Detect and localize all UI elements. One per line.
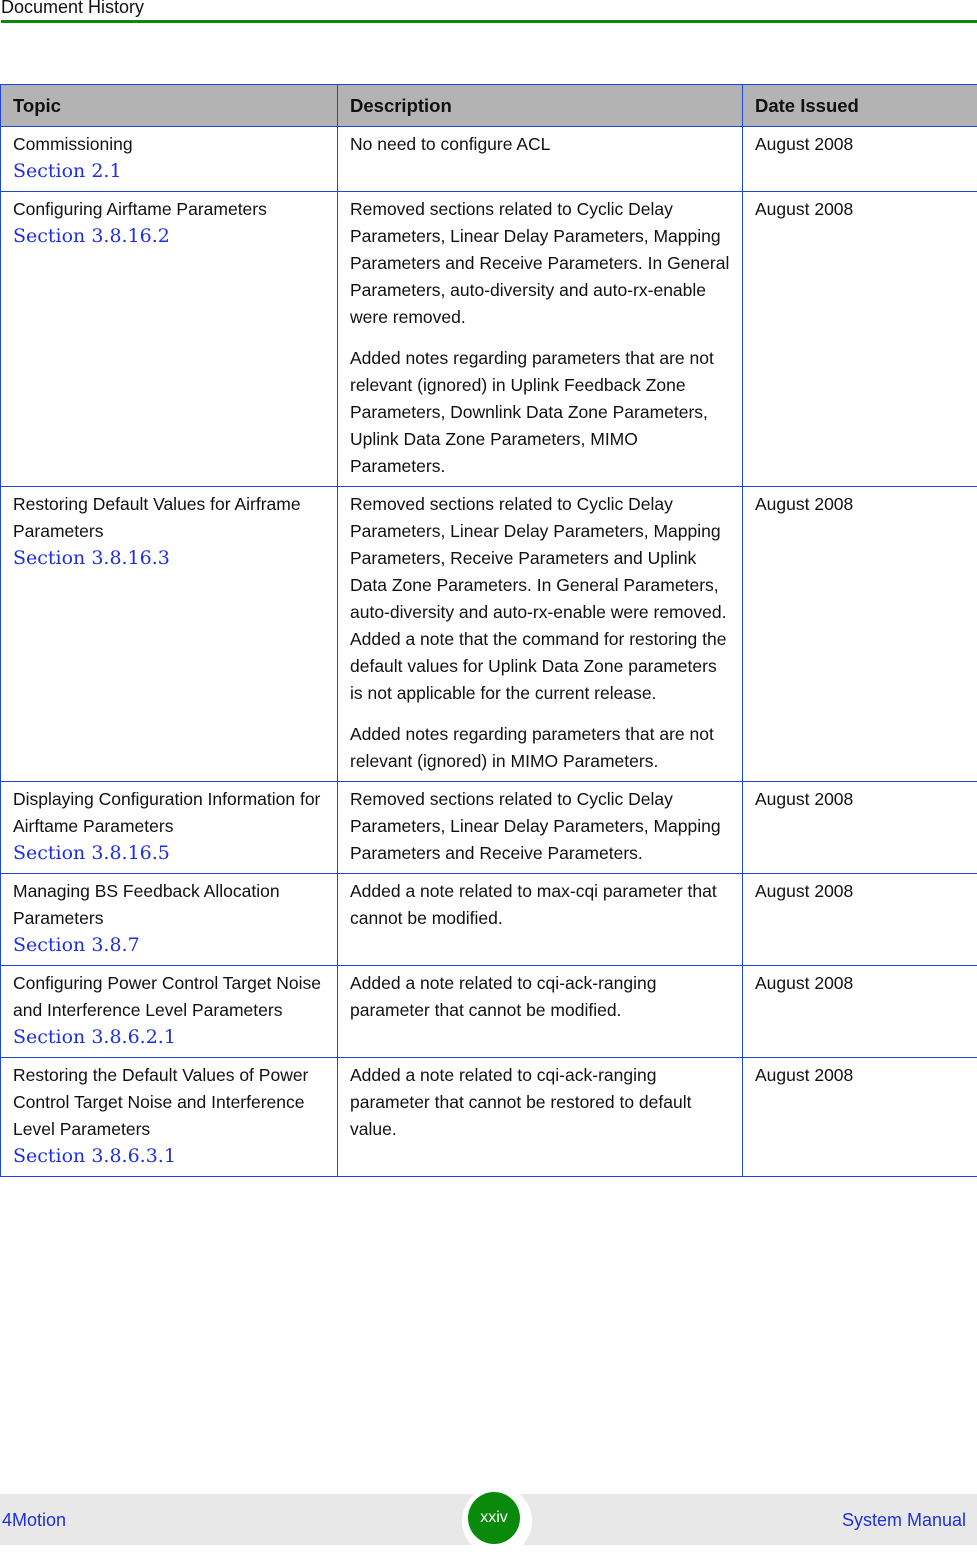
page-header: Document History [0, 0, 977, 24]
description-paragraph: No need to configure ACL [350, 131, 730, 158]
section-link[interactable]: Section 3.8.6.3.1 [13, 1143, 325, 1170]
description-cell: Removed sections related to Cyclic Delay… [338, 487, 743, 782]
topic-cell: Managing BS Feedback Allocation Paramete… [1, 874, 338, 966]
description-paragraph: Removed sections related to Cyclic Delay… [350, 491, 730, 707]
date-issued-cell: August 2008 [743, 487, 977, 782]
column-header-description: Description [338, 85, 743, 127]
description-cell: No need to configure ACL [338, 127, 743, 192]
description-paragraph: Removed sections related to Cyclic Delay… [350, 786, 730, 867]
table-header-row: Topic Description Date Issued [1, 85, 977, 127]
description-paragraph: Added a note related to max-cqi paramete… [350, 878, 730, 932]
footer-manual-name: System Manual [842, 1510, 966, 1531]
topic-text: Commissioning [13, 131, 325, 158]
topic-cell: Configuring Power Control Target Noise a… [1, 966, 338, 1058]
table-row: Displaying Configuration Information for… [1, 782, 977, 874]
description-paragraph: Added a note related to cqi-ack-ranging … [350, 970, 730, 1024]
date-issued-cell: August 2008 [743, 127, 977, 192]
column-header-topic: Topic [1, 85, 338, 127]
topic-text: Configuring Airftame Parameters [13, 196, 325, 223]
description-paragraph: Removed sections related to Cyclic Delay… [350, 196, 730, 331]
date-issued-cell: August 2008 [743, 782, 977, 874]
description-paragraph: Added a note related to cqi-ack-ranging … [350, 1062, 730, 1143]
section-link[interactable]: Section 3.8.7 [13, 932, 325, 959]
table-row: Managing BS Feedback Allocation Paramete… [1, 874, 977, 966]
section-link[interactable]: Section 2.1 [13, 158, 325, 185]
description-cell: Added a note related to cqi-ack-ranging … [338, 966, 743, 1058]
page-number-badge: xxiv [462, 1486, 532, 1556]
date-issued-cell: August 2008 [743, 1058, 977, 1177]
topic-cell: Configuring Airftame ParametersSection 3… [1, 192, 338, 487]
description-cell: Added a note related to cqi-ack-ranging … [338, 1058, 743, 1177]
topic-cell: Restoring Default Values for Airframe Pa… [1, 487, 338, 782]
date-issued-cell: August 2008 [743, 192, 977, 487]
date-issued-cell: August 2008 [743, 874, 977, 966]
document-history-table: Topic Description Date Issued Commission… [0, 84, 977, 1177]
header-divider [1, 20, 977, 23]
page-title: Document History [1, 0, 144, 18]
footer-product-name: 4Motion [2, 1510, 66, 1531]
topic-text: Configuring Power Control Target Noise a… [13, 970, 325, 1024]
page-footer: 4Motion xxiv System Manual [0, 1494, 977, 1545]
description-cell: Removed sections related to Cyclic Delay… [338, 782, 743, 874]
description-cell: Removed sections related to Cyclic Delay… [338, 192, 743, 487]
topic-cell: CommissioningSection 2.1 [1, 127, 338, 192]
section-link[interactable]: Section 3.8.16.3 [13, 545, 325, 572]
description-cell: Added a note related to max-cqi paramete… [338, 874, 743, 966]
description-paragraph: Added notes regarding parameters that ar… [350, 721, 730, 775]
topic-text: Restoring Default Values for Airframe Pa… [13, 491, 325, 545]
table-row: Restoring the Default Values of Power Co… [1, 1058, 977, 1177]
section-link[interactable]: Section 3.8.16.2 [13, 223, 325, 250]
table-row: Configuring Power Control Target Noise a… [1, 966, 977, 1058]
topic-text: Displaying Configuration Information for… [13, 786, 325, 840]
column-header-date-issued: Date Issued [743, 85, 977, 127]
topic-cell: Displaying Configuration Information for… [1, 782, 338, 874]
table-row: Configuring Airftame ParametersSection 3… [1, 192, 977, 487]
section-link[interactable]: Section 3.8.16.5 [13, 840, 325, 867]
section-link[interactable]: Section 3.8.6.2.1 [13, 1024, 325, 1051]
topic-text: Restoring the Default Values of Power Co… [13, 1062, 325, 1143]
date-issued-cell: August 2008 [743, 966, 977, 1058]
table-row: CommissioningSection 2.1 No need to confi… [1, 127, 977, 192]
topic-cell: Restoring the Default Values of Power Co… [1, 1058, 338, 1177]
description-paragraph: Added notes regarding parameters that ar… [350, 345, 730, 480]
table-row: Restoring Default Values for Airframe Pa… [1, 487, 977, 782]
page-number: xxiv [468, 1492, 520, 1544]
topic-text: Managing BS Feedback Allocation Paramete… [13, 878, 325, 932]
